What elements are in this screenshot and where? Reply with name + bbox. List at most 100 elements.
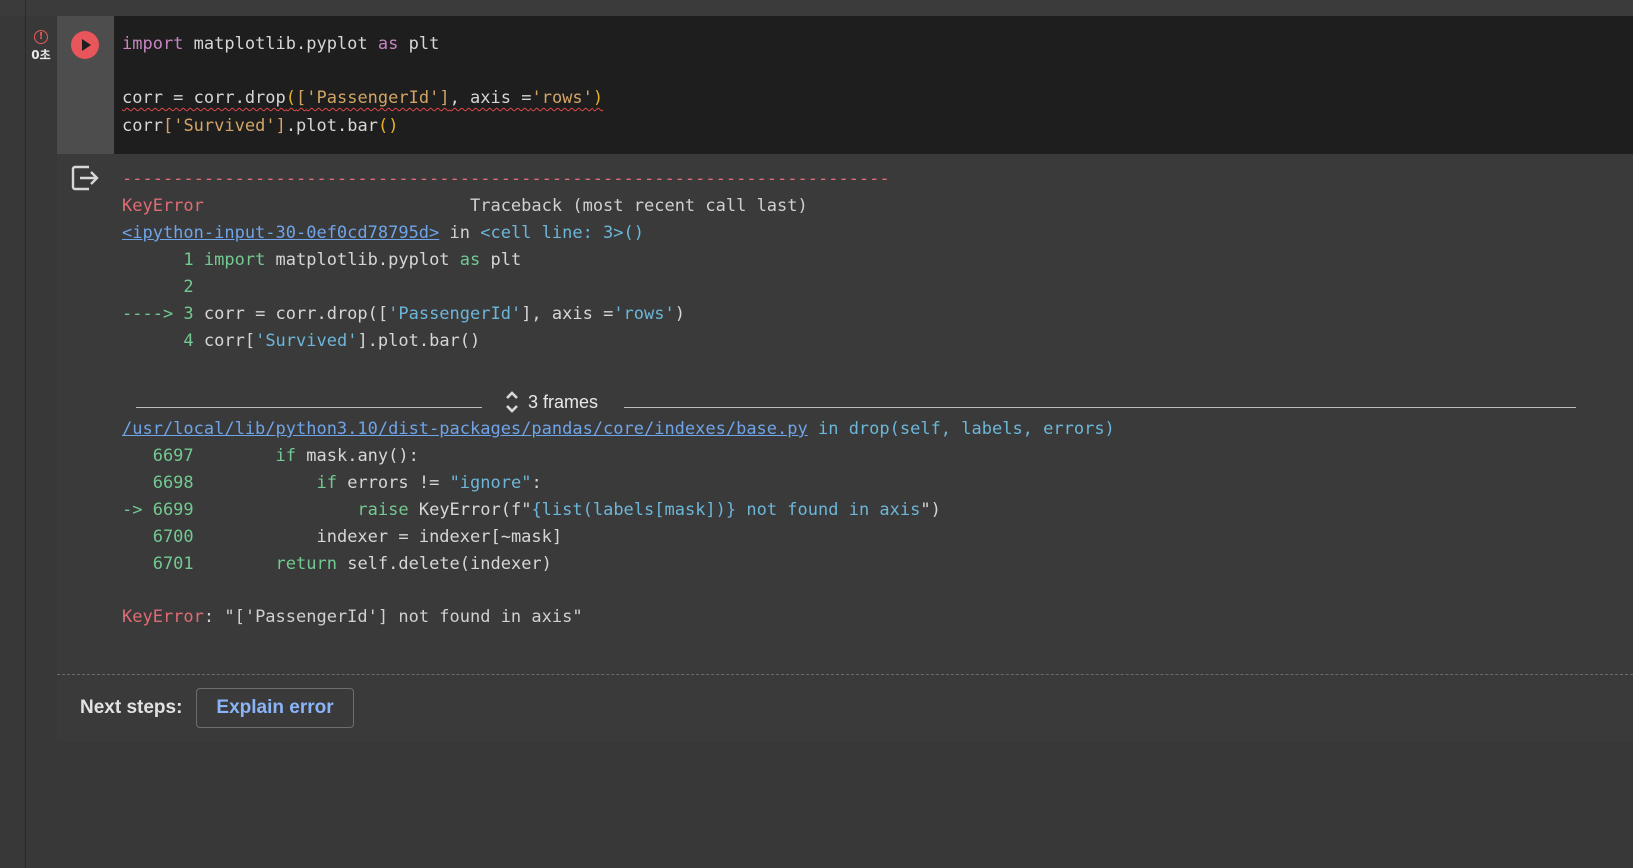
traceback-header: KeyError Traceback (most recent call las… xyxy=(122,193,808,220)
error-message: : "['PassengerId'] not found in axis" xyxy=(203,607,583,627)
code-token: ) xyxy=(674,304,685,324)
traceback-src-line: 6701 return self.delete(indexer) xyxy=(122,551,552,578)
code-token: mask.any(): xyxy=(296,446,419,466)
code-token: 'PassengerId' xyxy=(306,88,440,108)
line-number: 6698 xyxy=(122,473,204,493)
traceback-text: in xyxy=(439,223,481,243)
frames-label: 3 frames xyxy=(528,391,599,412)
code-token: .plot.bar xyxy=(285,116,378,136)
code-token: matplotlib.pyplot xyxy=(265,250,460,270)
code-token: ], axis = xyxy=(521,304,614,324)
explain-error-button[interactable]: Explain error xyxy=(196,688,354,728)
code-token: import xyxy=(122,34,184,54)
line-number: 2 xyxy=(122,277,194,297)
code-token: "ignore" xyxy=(449,473,532,493)
next-steps-label: Next steps: xyxy=(80,697,183,718)
line-number: 6700 xyxy=(122,527,204,547)
code-token: corr = corr.drop([ xyxy=(203,304,389,324)
traceback-src-line: 1 import matplotlib.pyplot as plt xyxy=(122,247,521,274)
traceback-func: <cell line: 3>() xyxy=(480,223,644,243)
code-cell: import matplotlib.pyplot as plt corr = c… xyxy=(57,16,1633,742)
code-line-4: corr['Survived'].plot.bar() xyxy=(122,113,398,140)
expand-frames-button[interactable]: 3 frames xyxy=(504,386,598,418)
code-token: : xyxy=(531,473,542,493)
play-icon xyxy=(82,39,91,51)
traceback-func: in drop(self, labels, errors) xyxy=(807,419,1115,439)
code-token: 'Survived' xyxy=(255,331,358,351)
code-line-1: import matplotlib.pyplot as plt xyxy=(122,31,439,58)
error-name: KeyError xyxy=(122,196,204,216)
traceback-src-line: 6697 if mask.any(): xyxy=(122,443,419,470)
output-actions-icon[interactable] xyxy=(71,164,101,192)
code-token: [ xyxy=(162,116,174,136)
divider-line xyxy=(624,407,1576,408)
code-token: raise xyxy=(357,500,409,520)
run-cell-button[interactable] xyxy=(71,31,99,59)
code-token: plt xyxy=(480,250,522,270)
gutter-divider xyxy=(25,0,26,868)
final-error-line: KeyError: "['PassengerId'] not found in … xyxy=(122,604,583,631)
code-token: corr xyxy=(122,116,163,136)
traceback-src-line: 2 xyxy=(122,274,194,301)
error-name: KeyError xyxy=(122,607,204,627)
top-band xyxy=(0,0,1633,16)
error-icon: ! xyxy=(34,30,48,44)
code-token: ].plot.bar() xyxy=(357,331,481,351)
line-number: 6701 xyxy=(122,554,204,574)
code-token: KeyError(f" xyxy=(408,500,532,520)
code-token: ) xyxy=(592,88,604,108)
output-separator xyxy=(57,674,1633,675)
code-token: matplotlib.pyplot xyxy=(183,34,378,54)
cell-status: ! 0초 xyxy=(28,30,54,63)
line-number: 1 xyxy=(122,250,204,270)
traceback-src-line: 4 corr['Survived'].plot.bar() xyxy=(122,328,480,355)
source-file-link[interactable]: /usr/local/lib/python3.10/dist-packages/… xyxy=(122,419,808,439)
code-token: corr = corr.drop xyxy=(122,88,286,108)
code-token: import xyxy=(203,250,266,270)
code-token: self.delete(indexer) xyxy=(336,554,552,574)
code-line-3: corr = corr.drop(['PassengerId'], axis =… xyxy=(122,85,603,112)
traceback-separator: ----------------------------------------… xyxy=(122,169,890,189)
code-token: 'rows' xyxy=(613,304,675,324)
cell-left-bar xyxy=(57,16,114,154)
code-token: as xyxy=(459,250,481,270)
traceback-src-line: 6698 if errors != "ignore": xyxy=(122,470,542,497)
traceback-title: Traceback (most recent call last) xyxy=(203,196,808,216)
code-token: if xyxy=(275,446,297,466)
code-token: 'PassengerId' xyxy=(388,304,522,324)
code-token: ] xyxy=(439,88,450,108)
line-number: 4 xyxy=(122,331,204,351)
traceback-location-1: <ipython-input-30-0ef0cd78795d> in <cell… xyxy=(122,220,644,247)
code-editor[interactable]: import matplotlib.pyplot as plt corr = c… xyxy=(114,16,1633,154)
divider-line xyxy=(136,407,482,408)
code-token: return xyxy=(275,554,337,574)
code-token: 'rows' xyxy=(531,88,593,108)
code-token: , axis = xyxy=(449,88,532,108)
code-token: as xyxy=(377,34,399,54)
code-token: ( xyxy=(285,88,297,108)
current-line-arrow: -> 6699 xyxy=(122,500,204,520)
ipython-input-link[interactable]: <ipython-input-30-0ef0cd78795d> xyxy=(122,223,439,243)
code-token: ") xyxy=(920,500,941,520)
error-squiggle: corr = corr.drop(['PassengerId'], axis =… xyxy=(122,88,603,108)
current-line-arrow: ----> 3 xyxy=(122,304,204,324)
collapsed-frames-row: 3 frames xyxy=(136,391,1576,420)
traceback-src-line-current: ----> 3 corr = corr.drop(['PassengerId']… xyxy=(122,301,685,328)
execution-duration: 0초 xyxy=(31,48,51,62)
code-token: {list(labels[mask])} not found in axis xyxy=(531,500,921,520)
code-token: ) xyxy=(388,116,399,136)
line-number: 6697 xyxy=(122,446,204,466)
code-token: ( xyxy=(377,116,389,136)
code-token: if xyxy=(316,473,337,493)
code-token: [ xyxy=(296,88,307,108)
traceback-location-2: /usr/local/lib/python3.10/dist-packages/… xyxy=(122,416,1115,443)
code-token: 'Survived' xyxy=(173,116,276,136)
code-token: corr[ xyxy=(203,331,256,351)
code-token: errors != xyxy=(336,473,450,493)
unfold-icon xyxy=(506,391,518,413)
